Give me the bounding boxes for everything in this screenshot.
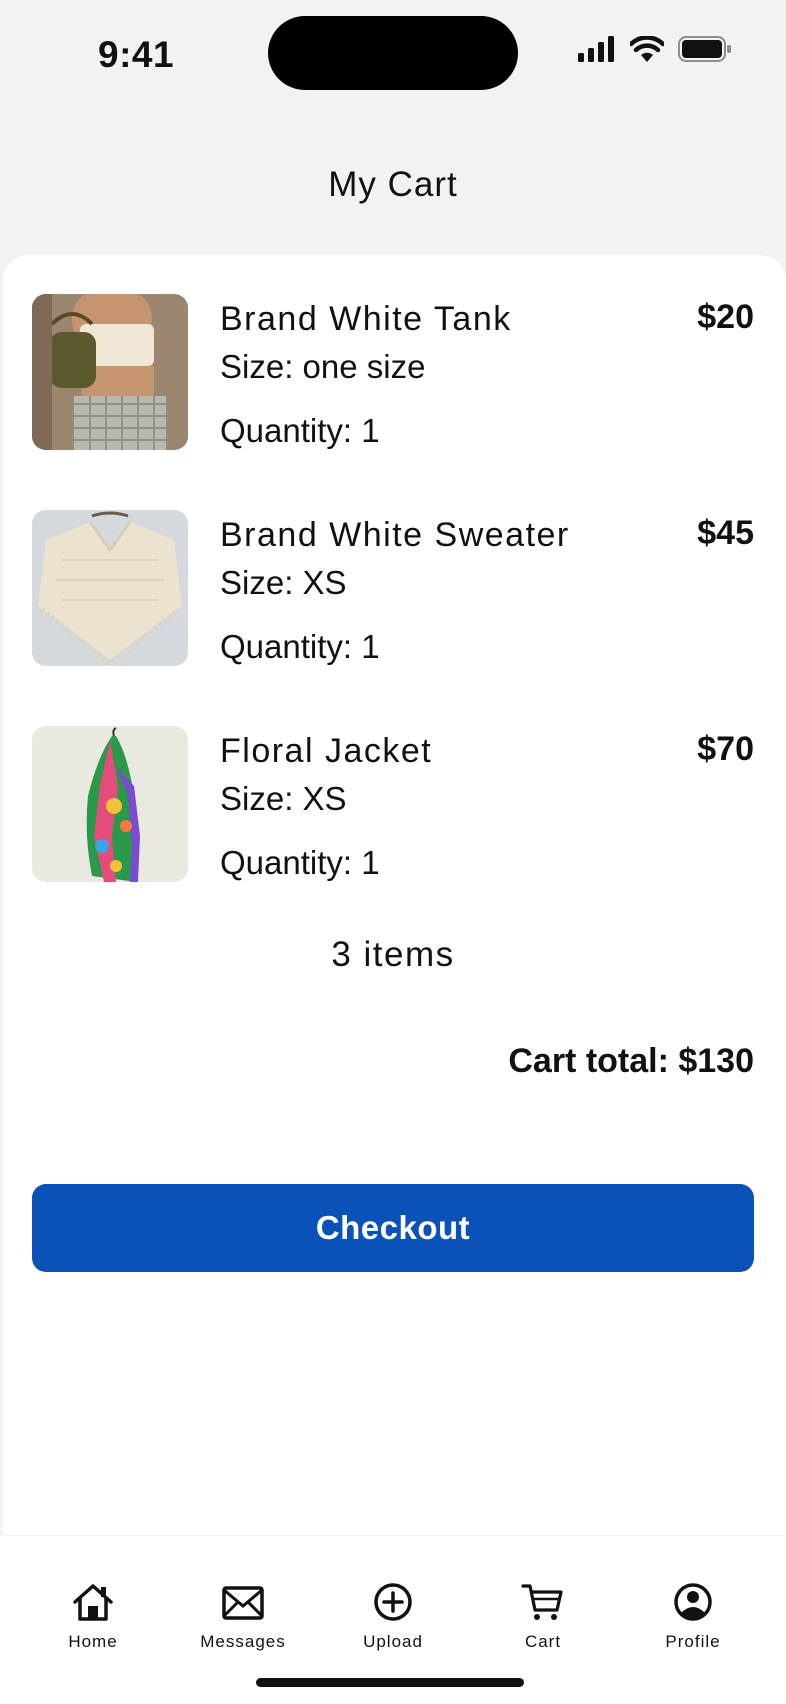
- item-size: Size: XS: [220, 780, 347, 817]
- tab-home-label: Home: [68, 1632, 118, 1651]
- item-price: $20: [697, 298, 754, 336]
- item-name[interactable]: Floral Jacket: [220, 732, 432, 771]
- battery-icon: [678, 36, 731, 62]
- item-count: 3 items: [331, 935, 455, 974]
- status-icons: [578, 36, 732, 62]
- signal-icon: [578, 36, 614, 62]
- home-indicator: [256, 1678, 524, 1687]
- plus-circle-icon: [374, 1583, 412, 1621]
- item-price: $45: [697, 514, 754, 552]
- cart-item[interactable]: Brand White Sweater $45 Size: XS Quantit…: [32, 510, 754, 666]
- wifi-icon: [630, 36, 664, 62]
- home-icon: [73, 1584, 113, 1621]
- tab-cart-label: Cart: [524, 1632, 562, 1651]
- item-size: Size: XS: [220, 564, 347, 601]
- cart-item[interactable]: Brand White Tank $20 Size: one size Quan…: [32, 294, 754, 450]
- tab-profile[interactable]: Profile: [618, 1582, 768, 1652]
- item-quantity[interactable]: Quantity: 1: [220, 412, 380, 450]
- item-quantity[interactable]: Quantity: 1: [220, 628, 380, 666]
- tab-messages-label: Messages: [200, 1632, 286, 1651]
- item-name[interactable]: Brand White Tank: [220, 300, 512, 339]
- envelope-icon: [222, 1586, 264, 1620]
- tab-messages[interactable]: Messages: [168, 1582, 318, 1652]
- status-time: 9:41: [98, 34, 175, 75]
- tab-cart[interactable]: Cart: [468, 1582, 618, 1652]
- product-image-sweater[interactable]: [32, 510, 188, 666]
- item-quantity[interactable]: Quantity: 1: [220, 844, 380, 882]
- tab-profile-label: Profile: [665, 1632, 721, 1651]
- product-image-tank[interactable]: [32, 294, 188, 450]
- checkout-button[interactable]: Checkout: [32, 1184, 754, 1272]
- user-circle-icon: [674, 1583, 712, 1621]
- tab-upload[interactable]: Upload: [318, 1582, 468, 1652]
- tab-home[interactable]: Home: [18, 1582, 168, 1652]
- cart-total: Cart total: $130: [508, 1042, 754, 1080]
- cart-icon: [521, 1584, 563, 1620]
- page-title: My Cart: [328, 165, 458, 204]
- tab-upload-label: Upload: [363, 1632, 423, 1651]
- item-price: $70: [697, 730, 754, 768]
- dynamic-island: [268, 16, 518, 90]
- product-image-jacket[interactable]: [32, 726, 188, 882]
- status-bar: 9:41: [0, 0, 786, 110]
- item-size: Size: one size: [220, 348, 426, 385]
- item-name[interactable]: Brand White Sweater: [220, 516, 570, 555]
- cart-item[interactable]: Floral Jacket $70 Size: XS Quantity: 1: [32, 726, 754, 882]
